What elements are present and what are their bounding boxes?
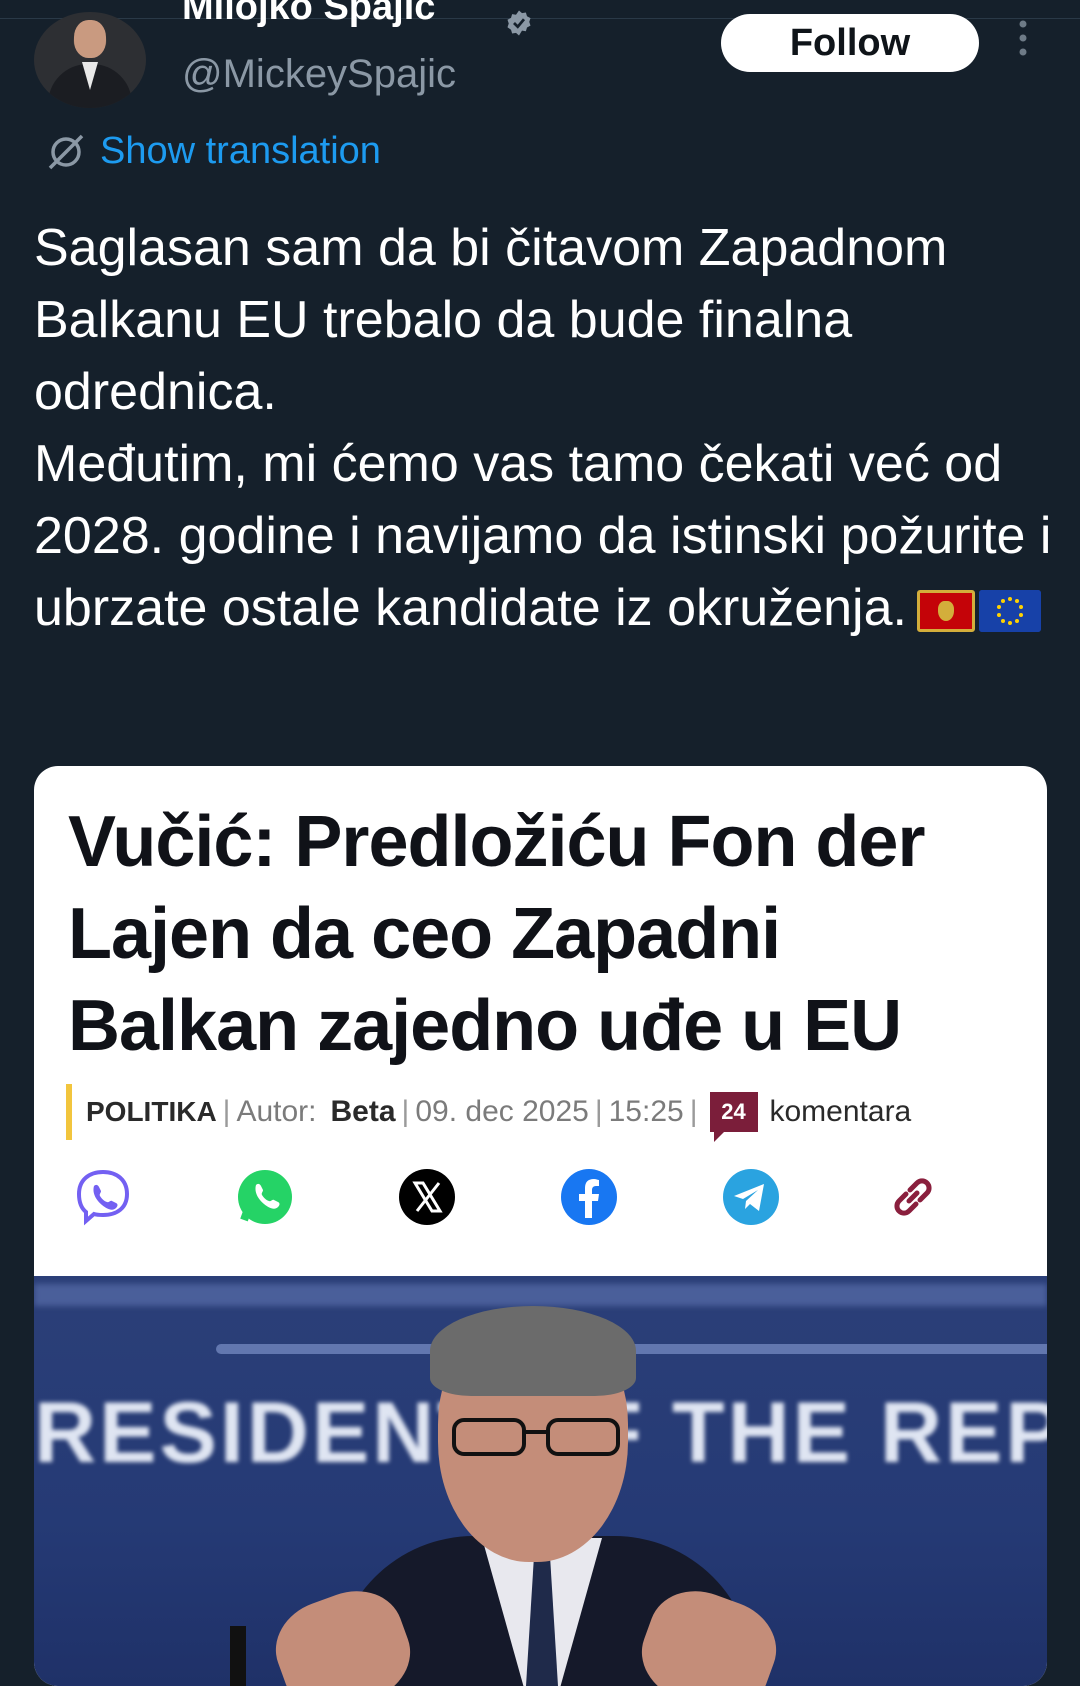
share-buttons [72,1166,952,1232]
article-time: 15:25 [608,1095,684,1128]
show-translation-link[interactable]: Show translation [46,130,381,173]
flag-emojis [916,590,1041,633]
author-label: Autor: [236,1095,317,1128]
article-category[interactable]: POLITIKA [86,1096,217,1128]
article-date: 09. dec 2025 [415,1095,589,1128]
show-translation-label: Show translation [100,130,381,172]
tweet-paragraph: Saglasan sam da bi čitavom Zapadnom Balk… [34,219,948,421]
montenegro-flag-icon [916,590,975,633]
article-author[interactable]: Beta [331,1095,396,1129]
telegram-icon[interactable] [720,1166,782,1228]
author-handle[interactable]: @MickeySpajic [182,52,456,97]
article-photo[interactable]: RESIDENT OF THE REPUB [34,1276,1047,1686]
comment-count-badge[interactable]: 24 [709,1092,758,1142]
article-headline[interactable]: Vučić: Predložiću Fon der Lajen da ceo Z… [68,796,998,1072]
verified-badge-icon [507,10,531,36]
eu-flag-icon [978,590,1041,633]
comments-label[interactable]: komentara [770,1095,912,1129]
whatsapp-icon[interactable] [234,1166,296,1228]
avatar[interactable] [34,12,146,108]
viber-icon[interactable] [72,1166,134,1228]
tweet-paragraph: Međutim, mi ćemo vas tamo čekati već od … [34,435,1052,637]
link-icon[interactable] [882,1166,944,1228]
article-card[interactable]: Vučić: Predložiću Fon der Lajen da ceo Z… [34,766,1047,1686]
follow-button[interactable]: Follow [721,14,979,72]
article-meta: POLITIKA | Autor: Beta | 09. dec 2025 | … [66,1084,912,1142]
x-icon[interactable] [396,1166,458,1228]
facebook-icon[interactable] [558,1166,620,1228]
more-options-icon[interactable] [1013,18,1033,58]
glasses-shape [452,1418,620,1456]
tweet-text: Saglasan sam da bi čitavom Zapadnom Balk… [34,212,1054,644]
translate-icon [48,134,84,169]
category-bar [66,1084,72,1140]
author-name[interactable]: Milojko Spajić [182,0,435,29]
